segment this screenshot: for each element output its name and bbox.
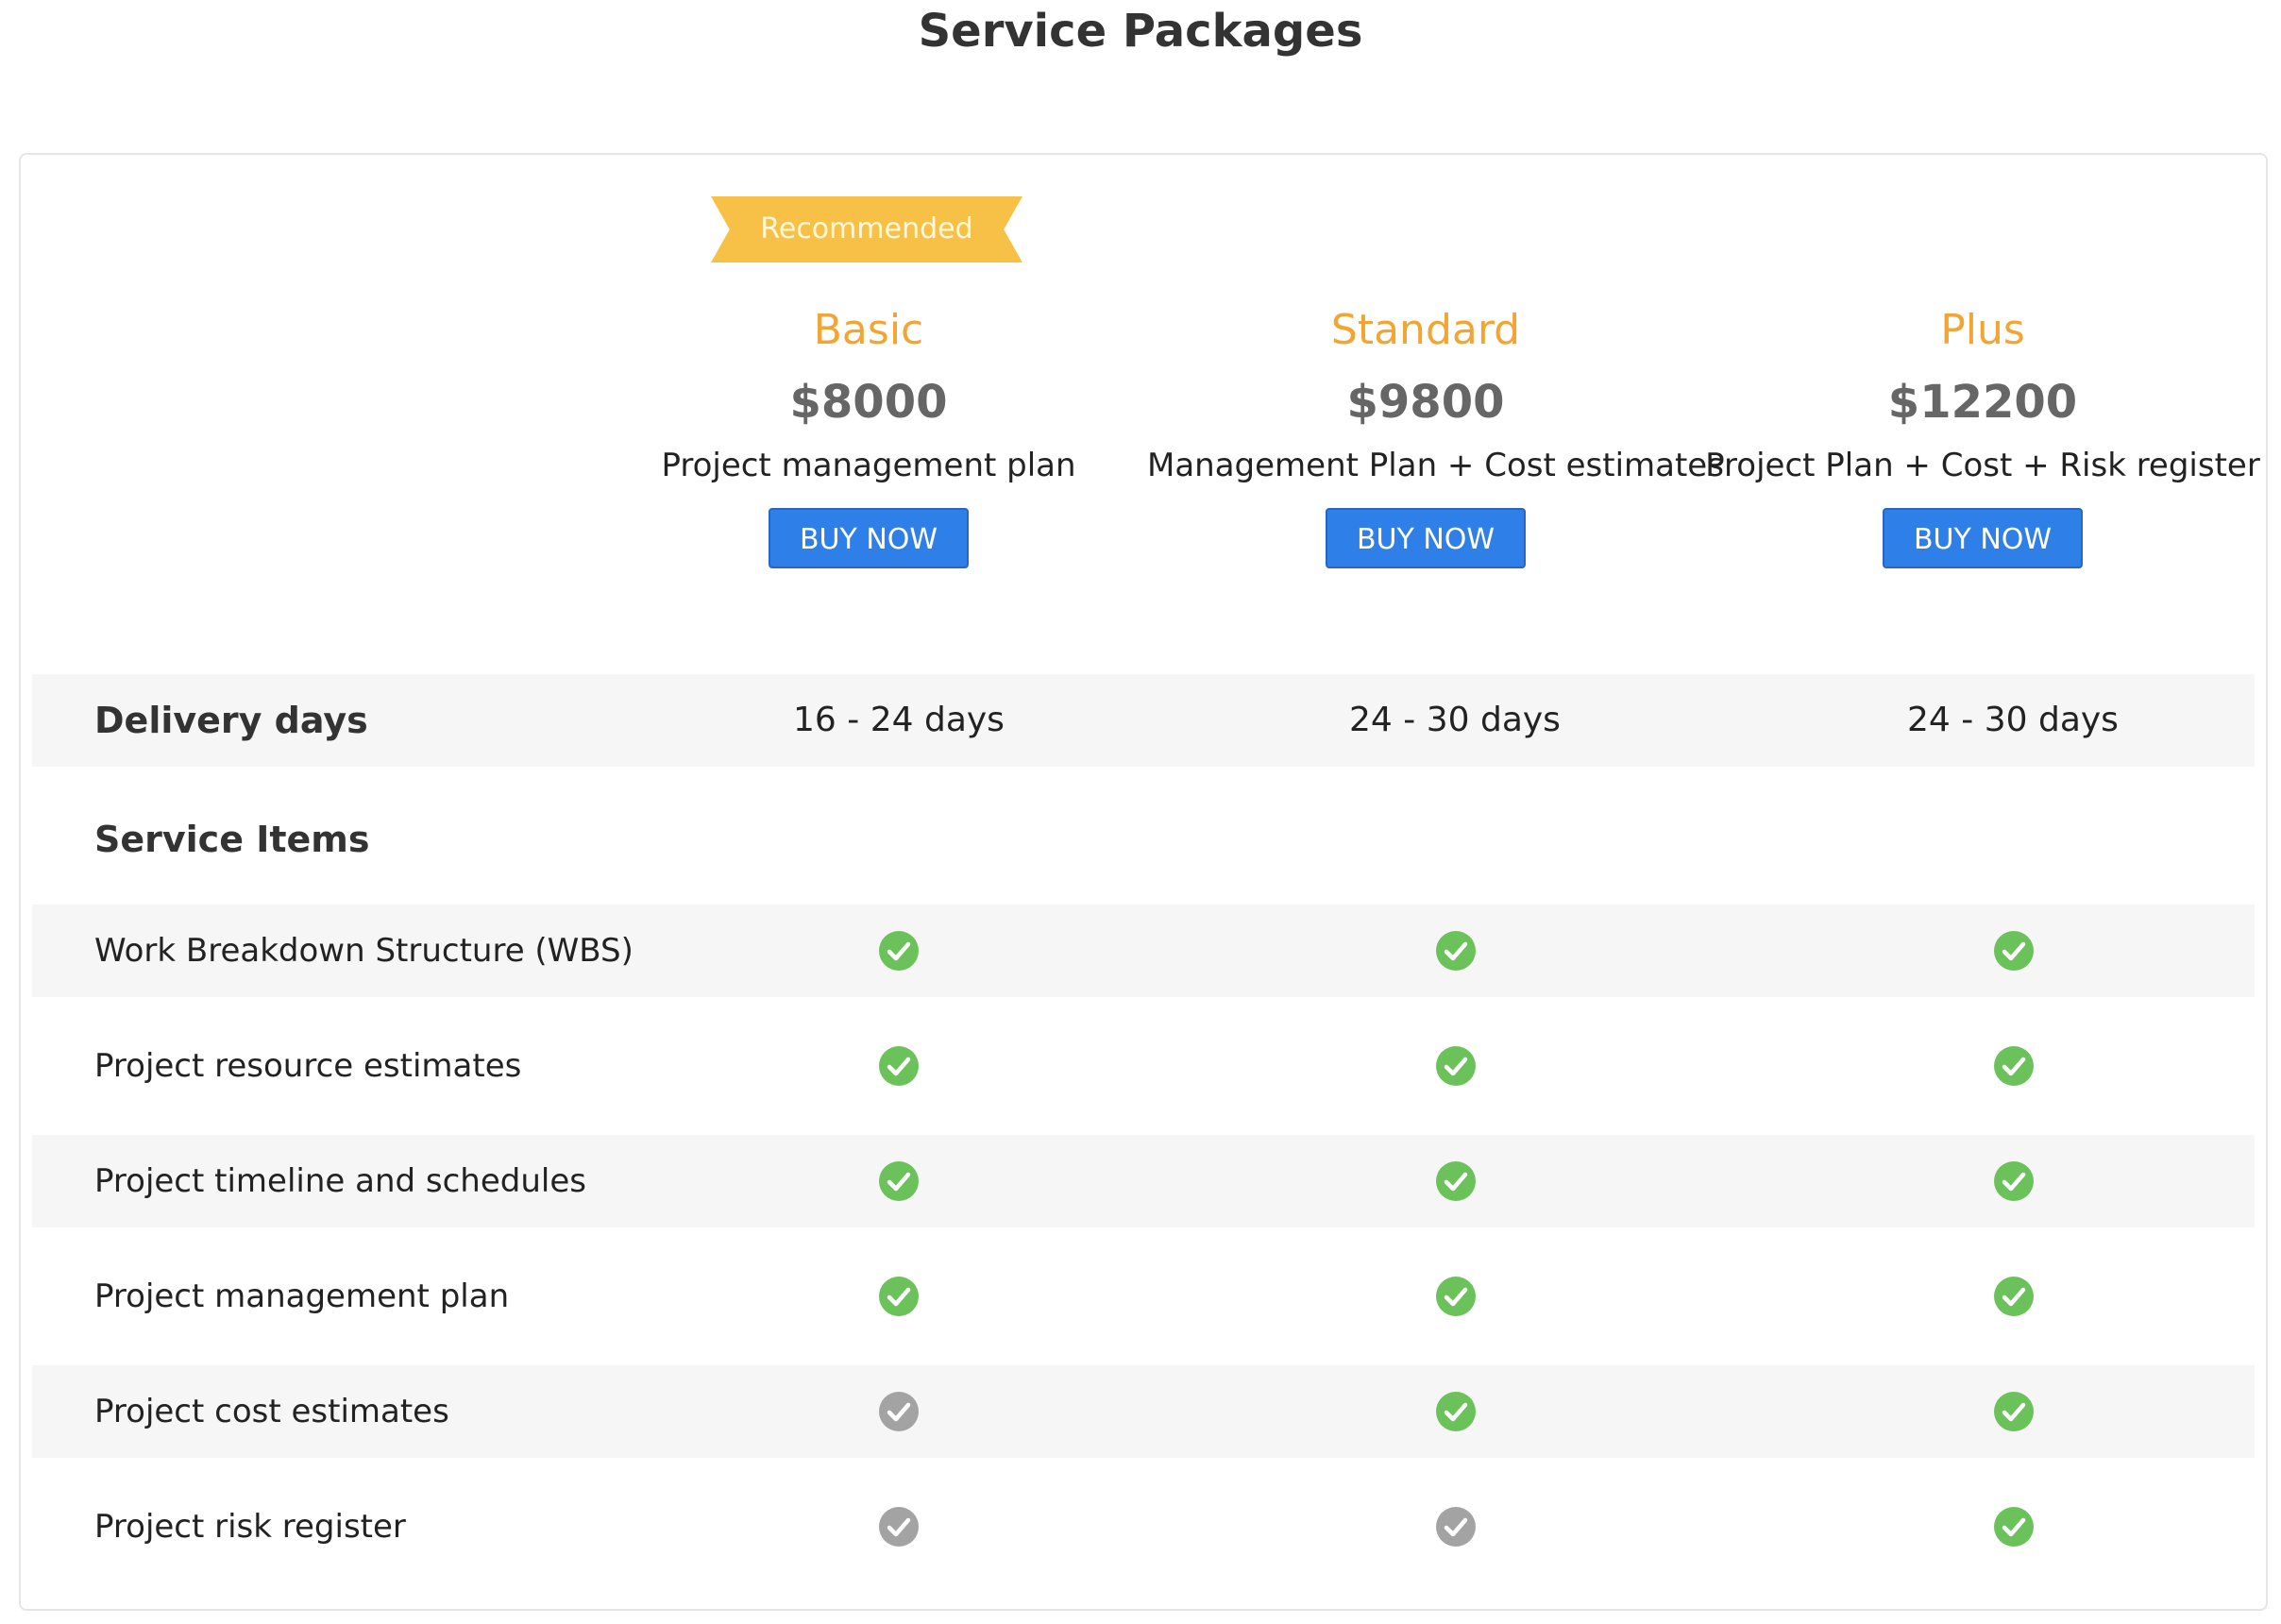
plan-plus: Plus $12200 Project Plan + Cost + Risk r…: [1704, 302, 2261, 568]
plan-name: Standard: [1330, 306, 1521, 354]
table-row: Project risk register: [32, 1480, 2255, 1573]
service-item-label: Project timeline and schedules: [94, 1162, 586, 1200]
plan-price: $9800: [1346, 376, 1505, 429]
buy-now-button-plus[interactable]: BUY NOW: [1883, 508, 2083, 568]
table-row: Project timeline and schedules: [32, 1135, 2255, 1227]
check-circle-icon: [1436, 1507, 1476, 1547]
buy-now-button-standard[interactable]: BUY NOW: [1326, 508, 1526, 568]
plan-price: $8000: [789, 376, 948, 429]
delivery-value-standard: 24 - 30 days: [1349, 701, 1561, 739]
table-row: Work Breakdown Structure (WBS): [32, 905, 2255, 997]
service-items-heading-row: Service Items: [32, 793, 2255, 886]
service-item-label: Project resource estimates: [94, 1047, 522, 1085]
check-circle-icon: [1994, 1392, 2034, 1431]
table-row: Project management plan: [32, 1250, 2255, 1343]
plan-standard: Standard $9800 Management Plan + Cost es…: [1147, 302, 1724, 568]
check-circle-icon: [1436, 1392, 1476, 1431]
plan-description: Management Plan + Cost estimates: [1147, 447, 1724, 484]
check-circle-icon: [879, 1392, 919, 1431]
check-circle-icon: [1994, 1046, 2034, 1086]
plan-description: Project management plan: [661, 447, 1076, 484]
plan-description: Project Plan + Cost + Risk register: [1705, 447, 2260, 484]
plan-price: $12200: [1887, 376, 2078, 429]
table-row: Project resource estimates: [32, 1020, 2255, 1112]
delivery-value-plus: 24 - 30 days: [1907, 701, 2119, 739]
service-item-label: Project risk register: [94, 1508, 406, 1546]
plan-basic: Basic $8000 Project management plan BUY …: [590, 302, 1147, 568]
check-circle-icon: [1436, 1277, 1476, 1316]
service-item-label: Project cost estimates: [94, 1393, 449, 1430]
check-circle-icon: [879, 1046, 919, 1086]
delivery-label: Delivery days: [94, 700, 368, 741]
check-circle-icon: [1994, 1507, 2034, 1547]
check-circle-icon: [1436, 1161, 1476, 1201]
check-circle-icon: [1994, 1161, 2034, 1201]
check-circle-icon: [1436, 931, 1476, 971]
page-title: Service Packages: [918, 5, 1363, 58]
check-circle-icon: [879, 1507, 919, 1547]
check-circle-icon: [879, 1277, 919, 1316]
service-item-label: Work Breakdown Structure (WBS): [94, 932, 634, 970]
delivery-value-basic: 16 - 24 days: [793, 701, 1005, 739]
table-row: Project cost estimates: [32, 1365, 2255, 1458]
recommended-ribbon: Recommended: [711, 196, 1022, 262]
service-item-label: Project management plan: [94, 1277, 510, 1315]
service-items-heading: Service Items: [94, 819, 370, 860]
plan-name: Basic: [813, 306, 924, 354]
check-circle-icon: [1994, 1277, 2034, 1316]
buy-now-button-basic[interactable]: BUY NOW: [769, 508, 969, 568]
check-circle-icon: [1436, 1046, 1476, 1086]
check-circle-icon: [879, 1161, 919, 1201]
check-circle-icon: [879, 931, 919, 971]
delivery-row: Delivery days 16 - 24 days 24 - 30 days …: [32, 674, 2255, 767]
plan-name: Plus: [1940, 306, 2025, 354]
check-circle-icon: [1994, 931, 2034, 971]
